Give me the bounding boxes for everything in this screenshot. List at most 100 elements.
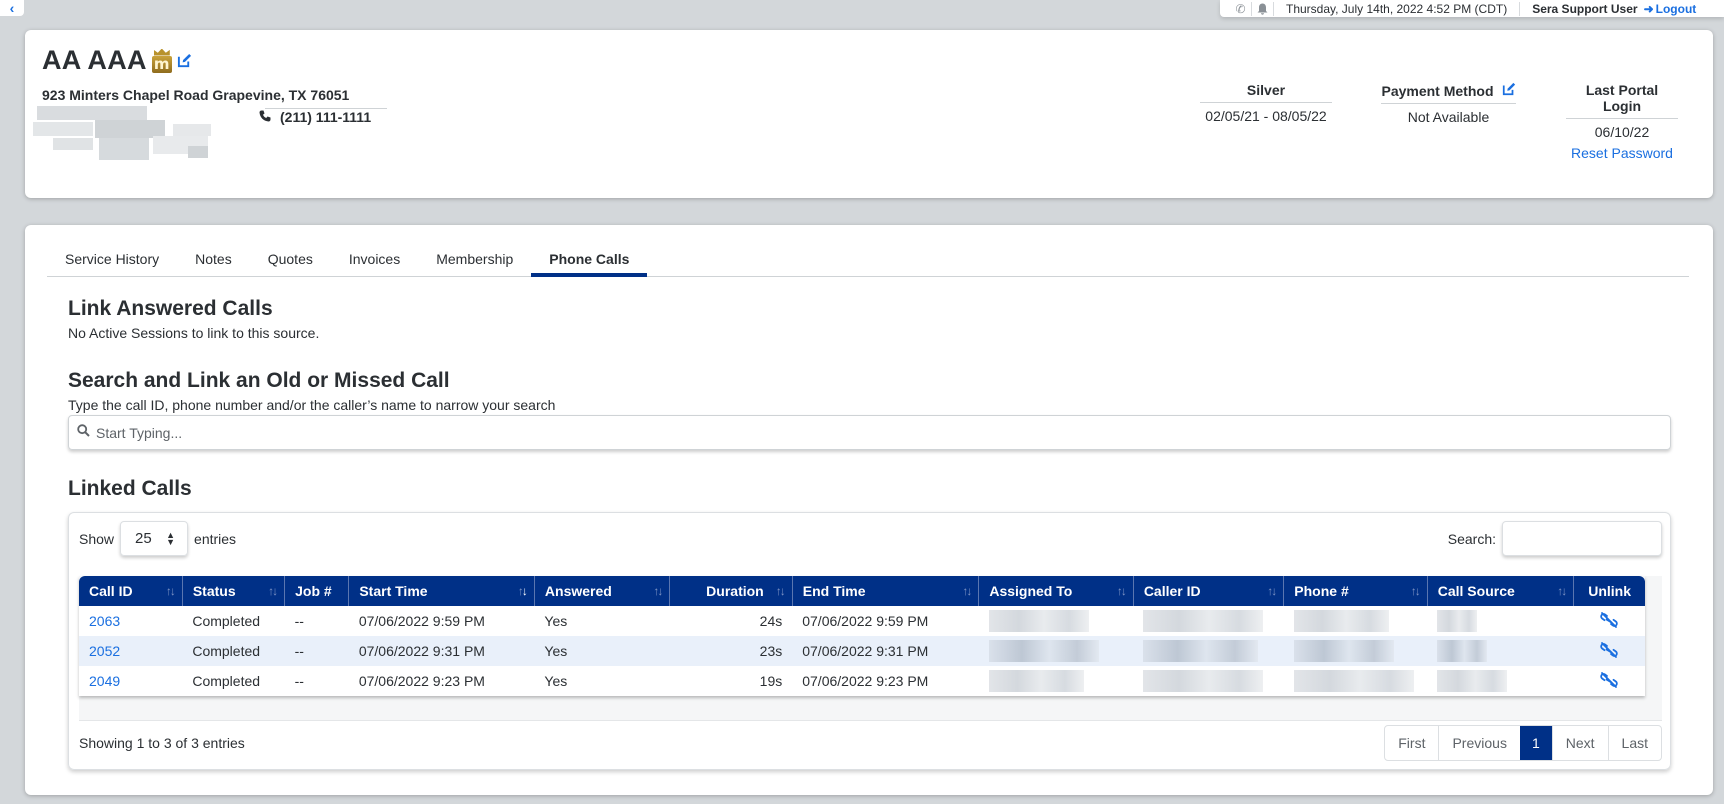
pagination-last[interactable]: Last (1607, 726, 1661, 760)
tab-invoices[interactable]: Invoices (331, 245, 418, 276)
redacted-call-source (1437, 640, 1488, 662)
bell-icon[interactable] (1252, 1, 1274, 16)
pagination-next[interactable]: Next (1551, 726, 1608, 760)
redacted-assigned-to (988, 610, 1089, 632)
cell-end-time: 07/06/2022 9:31 PM (792, 636, 979, 666)
call-search-input[interactable] (96, 424, 1670, 441)
tab-bar: Service History Notes Quotes Invoices Me… (47, 245, 1689, 277)
phone-icon[interactable]: ✆ (1230, 1, 1252, 16)
cell-call-id: 2049 (79, 666, 183, 696)
cell-end-time: 07/06/2022 9:23 PM (792, 666, 979, 696)
pagination: First Previous 1 Next Last (1384, 725, 1662, 761)
cell-start-time: 07/06/2022 9:59 PM (348, 606, 535, 636)
sort-icon: ↑↓ (268, 584, 278, 598)
cell-call-source (1427, 606, 1574, 636)
table-header-row: Call ID ↑↓ Status ↑↓ Job # Start Time ↑↓ An… (79, 576, 1645, 606)
page-length-select[interactable]: 25 ▲ ▼ (120, 521, 189, 556)
current-datetime: Thursday, July 14th, 2022 4:52 PM (CDT) (1274, 1, 1521, 16)
customer-name: AA AAA m (42, 45, 192, 76)
cell-assigned-to (978, 636, 1134, 666)
linked-calls-table: Call ID ↑↓ Status ↑↓ Job # Start Time ↑↓ An… (79, 576, 1645, 696)
edit-payment-icon[interactable] (1502, 82, 1516, 99)
col-header-end-time[interactable]: End Time ↑↓ (791, 576, 979, 606)
edit-customer-icon[interactable] (177, 53, 192, 68)
cell-call-id: 2052 (79, 636, 183, 666)
sort-icon: ↑↓ (653, 584, 663, 598)
cell-answered: Yes (534, 636, 670, 666)
tab-notes[interactable]: Notes (177, 245, 250, 276)
table-search-input[interactable] (1502, 521, 1662, 556)
col-header-call-source[interactable]: Call Source ↑↓ (1426, 576, 1574, 606)
last-login-label: Last Portal Login (1566, 82, 1678, 119)
cell-status: Completed (182, 666, 285, 696)
back-button[interactable]: ‹ (0, 0, 24, 16)
reset-password-link[interactable]: Reset Password (1566, 140, 1678, 161)
tab-membership[interactable]: Membership (418, 245, 531, 276)
call-id-link[interactable]: 2049 (89, 673, 120, 689)
cell-phone (1283, 636, 1428, 666)
top-bar: ✆ Thursday, July 14th, 2022 4:52 PM (CDT… (1220, 0, 1724, 17)
col-header-status[interactable]: Status ↑↓ (181, 576, 285, 606)
call-id-link[interactable]: 2052 (89, 643, 120, 659)
col-header-job: Job # (284, 576, 349, 606)
cell-call-source (1427, 636, 1574, 666)
redacted-phone (1293, 640, 1394, 662)
link-answered-message: No Active Sessions to link to this sourc… (68, 325, 320, 341)
sort-icon: ↑↓ (1557, 584, 1567, 598)
pagination-previous[interactable]: Previous (1438, 726, 1519, 760)
unlink-icon[interactable] (1600, 641, 1619, 661)
col-header-duration[interactable]: Duration ↑↓ (669, 576, 793, 606)
cell-phone (1283, 666, 1428, 696)
tab-service-history[interactable]: Service History (47, 245, 177, 276)
col-header-answered[interactable]: Answered ↑↓ (533, 576, 670, 606)
table-scroll-area: Call ID ↑↓ Status ↑↓ Job # Start Time ↑↓ An… (79, 576, 1662, 721)
table-filter-control: Search: (1448, 521, 1662, 556)
col-header-start-time[interactable]: Start Time ↑↓ (348, 576, 535, 606)
cell-job: -- (284, 606, 349, 636)
link-answered-title: Link Answered Calls (68, 297, 273, 320)
sort-icon: ↑↓ (165, 584, 176, 598)
membership-dates: 02/05/21 - 08/05/22 (1205, 108, 1327, 124)
customer-address: 923 Minters Chapel Road Grapevine, TX 76… (42, 87, 350, 103)
unlink-icon[interactable] (1600, 671, 1619, 691)
cell-status: Completed (182, 636, 285, 666)
unlink-icon[interactable] (1600, 611, 1619, 631)
col-header-caller-id[interactable]: Caller ID ↑↓ (1132, 576, 1284, 606)
chevron-left-icon: ‹ (9, 0, 15, 16)
cell-caller-id (1133, 666, 1284, 696)
cell-caller-id (1133, 636, 1284, 666)
redacted-assigned-to (988, 670, 1084, 692)
tab-quotes[interactable]: Quotes (250, 245, 331, 276)
logout-link[interactable]: ➜ Logout (1644, 2, 1697, 16)
col-header-call-id[interactable]: Call ID ↑↓ (79, 576, 182, 606)
payment-method-label: Payment Method (1381, 82, 1494, 99)
cell-status: Completed (182, 606, 285, 636)
last-login-value: 06/10/22 (1594, 124, 1650, 140)
linked-calls-panel: Show 25 ▲ ▼ entries Search: Call ID ↑↓ Sta… (68, 512, 1671, 770)
redacted-call-source (1437, 670, 1508, 692)
select-arrows-icon: ▲ ▼ (166, 529, 176, 547)
cell-caller-id (1133, 606, 1284, 636)
search-icon (77, 423, 90, 442)
cell-assigned-to (978, 606, 1134, 636)
pagination-first[interactable]: First (1385, 726, 1438, 760)
search-link-hint: Type the call ID, phone number and/or th… (68, 397, 556, 413)
main-content-card: Service History Notes Quotes Invoices Me… (25, 225, 1713, 795)
phone-icon (259, 109, 271, 125)
cell-start-time: 07/06/2022 9:31 PM (348, 636, 535, 666)
cell-phone (1283, 606, 1428, 636)
page-length-control: Show 25 ▲ ▼ entries (79, 521, 236, 556)
call-id-link[interactable]: 2063 (89, 613, 120, 629)
table-row: 2052 Completed -- 07/06/2022 9:31 PM Yes 23s 0… (79, 636, 1645, 666)
call-search-field[interactable] (68, 415, 1671, 450)
col-header-assigned-to[interactable]: Assigned To ↑↓ (978, 576, 1134, 606)
col-header-phone[interactable]: Phone # ↑↓ (1283, 576, 1428, 606)
cell-answered: Yes (534, 606, 670, 636)
table-info: Showing 1 to 3 of 3 entries (79, 735, 245, 751)
tab-phone-calls[interactable]: Phone Calls (531, 245, 648, 277)
cell-duration: 23s (669, 636, 793, 666)
membership-crown-icon: m (151, 48, 173, 73)
pagination-page-1[interactable]: 1 (1519, 726, 1552, 760)
redacted-caller-id (1143, 640, 1259, 662)
redacted-call-source (1437, 610, 1478, 632)
